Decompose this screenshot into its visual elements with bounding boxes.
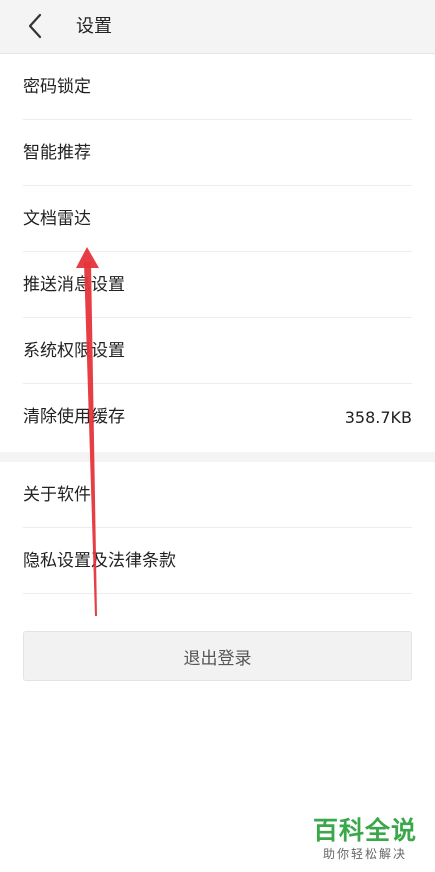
chevron-left-icon — [28, 13, 42, 39]
watermark-logo: 百科全说 助你轻松解决 — [309, 816, 421, 862]
setting-label: 清除使用缓存 — [23, 407, 125, 427]
settings-group-about: 关于软件 隐私设置及法律条款 — [0, 462, 435, 594]
setting-label: 系统权限设置 — [23, 340, 125, 361]
section-divider — [0, 452, 435, 462]
setting-label: 关于软件 — [23, 484, 91, 505]
logout-button[interactable]: 退出登录 — [23, 631, 412, 681]
setting-row-system-permissions[interactable]: 系统权限设置 — [23, 318, 412, 384]
settings-page: 设置 密码锁定 智能推荐 文档雷达 推送消息设置 系统权限设置 清除使用缓存 3… — [0, 0, 435, 872]
setting-row-password-lock[interactable]: 密码锁定 — [23, 54, 412, 120]
watermark-title: 百科全说 — [312, 816, 417, 845]
setting-row-about-software[interactable]: 关于软件 — [23, 462, 412, 528]
setting-row-privacy-legal[interactable]: 隐私设置及法律条款 — [23, 528, 412, 594]
setting-label: 智能推荐 — [23, 142, 91, 163]
back-button[interactable] — [20, 10, 50, 42]
page-title: 设置 — [76, 16, 112, 37]
setting-label: 文档雷达 — [23, 208, 91, 229]
settings-group-main: 密码锁定 智能推荐 文档雷达 推送消息设置 系统权限设置 清除使用缓存 358.… — [0, 54, 435, 450]
setting-row-smart-recommend[interactable]: 智能推荐 — [23, 120, 412, 186]
setting-row-clear-cache[interactable]: 清除使用缓存 358.7KB — [23, 384, 412, 450]
cache-size-value: 358.7KB — [344, 407, 412, 427]
top-bar: 设置 — [0, 0, 435, 54]
setting-label: 密码锁定 — [23, 76, 91, 97]
setting-row-push-notifications[interactable]: 推送消息设置 — [23, 252, 412, 318]
setting-label: 隐私设置及法律条款 — [23, 550, 176, 571]
setting-row-document-radar[interactable]: 文档雷达 — [23, 186, 412, 252]
watermark-subtitle: 助你轻松解决 — [322, 847, 407, 861]
setting-label: 推送消息设置 — [23, 274, 125, 295]
